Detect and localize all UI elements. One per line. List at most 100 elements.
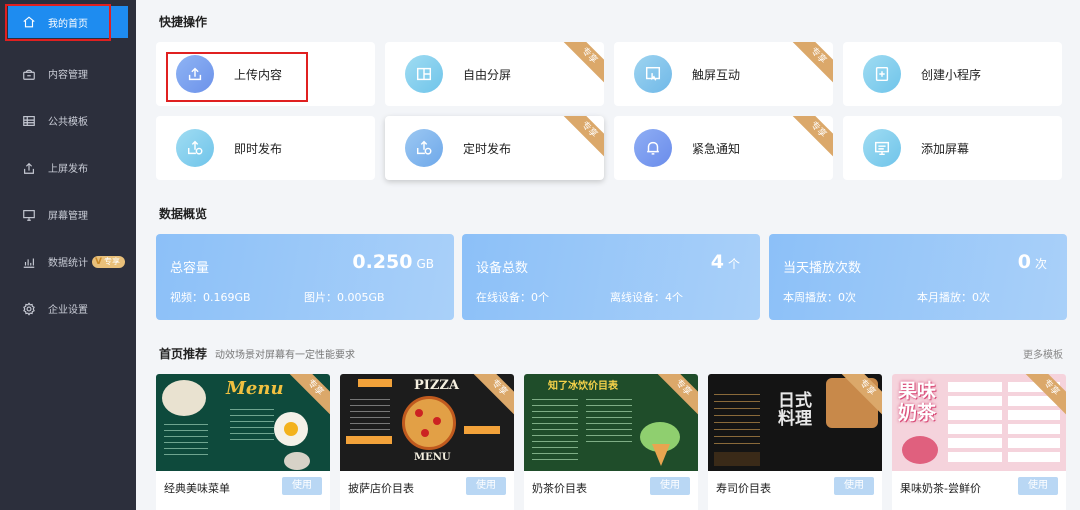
template-card[interactable]: 日式料理 专享 寿司价目表 使用 (708, 374, 882, 510)
template-name: 奶茶价目表 (532, 482, 587, 495)
stat-sub-offline: 离线设备：4个 (610, 291, 683, 304)
monitor-icon (22, 208, 36, 222)
stat-value: 4个 (710, 251, 740, 273)
template-thumb-title: PIZZA (414, 378, 459, 393)
qa-touch-interact[interactable]: 触屏互动 专享 (614, 42, 833, 106)
qa-label: 上传内容 (234, 67, 283, 82)
pro-ribbon: 专享 (558, 116, 604, 161)
pro-ribbon: 专享 (787, 116, 833, 161)
use-template-button[interactable]: 使用 (282, 477, 322, 495)
label-strip (358, 379, 392, 387)
sidebar: 我的首页 内容管理 公共模板 上屏发布 屏幕管理 数据统计 V 专享 企业设置 (0, 0, 136, 510)
promo-strip (714, 452, 760, 466)
stat-value: 0.250 GB (352, 251, 434, 273)
qa-free-split[interactable]: 自由分屏 专享 (385, 42, 604, 106)
sidebar-item-label: 企业设置 (48, 305, 88, 316)
template-card[interactable]: 知了冰饮价目表 专享 奶茶价目表 使用 (524, 374, 698, 510)
stat-title: 当天播放次数 (783, 261, 862, 276)
template-name: 寿司价目表 (716, 482, 771, 495)
qa-label: 自由分屏 (463, 67, 512, 82)
sidebar-item-stats[interactable]: 数据统计 V 专享 (0, 238, 136, 285)
pro-ribbon: 专享 (787, 42, 833, 87)
qa-label: 即时发布 (234, 141, 283, 156)
chart-icon (22, 255, 36, 269)
highlight-box (5, 4, 111, 41)
template-thumb-title: Menu (226, 378, 284, 399)
template-card[interactable]: 果味奶茶 专享 果味奶茶-尝鲜价 使用 (892, 374, 1066, 510)
sidebar-item-home[interactable]: 我的首页 (5, 4, 128, 41)
qa-label: 触屏互动 (692, 67, 741, 82)
food-plate (162, 380, 206, 416)
menu-lines (714, 388, 760, 444)
template-name: 披萨店价目表 (348, 482, 414, 495)
qa-create-mini-app[interactable]: 创建小程序 (843, 42, 1062, 106)
upload-icon (22, 161, 36, 175)
sidebar-item-settings[interactable]: 企业设置 (0, 285, 136, 332)
sidebar-item-label: 屏幕管理 (48, 211, 88, 222)
qa-label: 紧急通知 (692, 141, 741, 156)
qa-scheduled-publish[interactable]: 定时发布 专享 (385, 116, 604, 180)
stat-sub-week: 本周播放：0次 (783, 291, 856, 304)
recommend-subtitle: 动效场景对屏幕有一定性能要求 (215, 350, 356, 361)
upload-icon (176, 55, 214, 93)
egg-plate (274, 412, 308, 446)
cloud-box-icon (22, 67, 36, 81)
qa-emergency-notice[interactable]: 紧急通知 专享 (614, 116, 833, 180)
split-screen-icon (405, 55, 443, 93)
menu-lines (532, 394, 578, 464)
stat-card-devices: 设备总数 4个 在线设备：0个 离线设备：4个 (462, 234, 760, 320)
quick-ops-title: 快捷操作 (159, 15, 208, 29)
stat-value: 0次 (1017, 251, 1047, 273)
use-template-button[interactable]: 使用 (466, 477, 506, 495)
use-template-button[interactable]: 使用 (834, 477, 874, 495)
stat-title: 总容量 (170, 261, 210, 276)
pro-ribbon: 专享 (558, 42, 604, 87)
sidebar-item-label: 数据统计 (48, 258, 88, 269)
template-card[interactable]: Menu 专享 经典美味菜单 使用 (156, 374, 330, 510)
use-template-button[interactable]: 使用 (1018, 477, 1058, 495)
template-card[interactable]: PIZZA MENU 专享 披萨店价目表 使用 (340, 374, 514, 510)
template-thumb-title: 日式料理 (778, 391, 812, 429)
pizza-image (402, 396, 456, 450)
touch-screen-icon (634, 55, 672, 93)
table-icon (22, 114, 36, 128)
stat-sub-image: 图片：0.005GB (304, 291, 385, 304)
template-name: 经典美味菜单 (164, 482, 230, 495)
sidebar-item-screens[interactable]: 屏幕管理 (0, 191, 136, 238)
template-thumb-title: 知了冰饮价目表 (548, 381, 618, 392)
recommend-heading: 首页推荐 (159, 347, 208, 361)
mini-app-icon (863, 55, 901, 93)
qa-label: 添加屏幕 (921, 141, 970, 156)
instant-publish-icon (176, 129, 214, 167)
add-screen-icon (863, 129, 901, 167)
label-strip (464, 426, 500, 434)
overview-title: 数据概览 (159, 207, 208, 221)
qa-instant-publish[interactable]: 即时发布 (156, 116, 375, 180)
sidebar-item-label: 公共模板 (48, 117, 88, 128)
template-name: 果味奶茶-尝鲜价 (900, 482, 981, 495)
sidebar-item-publish[interactable]: 上屏发布 (0, 144, 136, 191)
stat-sub-video: 视频：0.169GB (170, 291, 251, 304)
recommend-title: 首页推荐 动效场景对屏幕有一定性能要求 (159, 345, 355, 362)
menu-lines (230, 404, 274, 444)
label-strip (346, 436, 392, 444)
sidebar-item-label: 上屏发布 (48, 164, 88, 175)
stat-card-storage: 总容量 0.250 GB 视频：0.169GB 图片：0.005GB (156, 234, 454, 320)
menu-lines (350, 394, 390, 434)
qa-add-screen[interactable]: 添加屏幕 (843, 116, 1062, 180)
cone-image (652, 444, 670, 466)
sidebar-item-templates[interactable]: 公共模板 (0, 97, 136, 144)
stat-sub-online: 在线设备：0个 (476, 291, 549, 304)
sidebar-item-label: 内容管理 (48, 70, 88, 81)
stat-card-plays: 当天播放次数 0次 本周播放：0次 本月播放：0次 (769, 234, 1067, 320)
thumb-menu-word: MENU (414, 452, 451, 463)
use-template-button[interactable]: 使用 (650, 477, 690, 495)
qa-upload-content[interactable]: 上传内容 (156, 42, 375, 106)
template-thumb-title: 果味奶茶 (898, 380, 937, 424)
sidebar-item-content[interactable]: 内容管理 (0, 50, 136, 97)
menu-lines (164, 419, 208, 459)
more-templates-link[interactable]: 更多模板 (1023, 346, 1063, 361)
qa-label: 定时发布 (463, 141, 512, 156)
pro-badge: V 专享 (92, 255, 125, 268)
main-content: 快捷操作 上传内容 自由分屏 专享 触屏互动 专享 创建小程序 即时发布 定时发… (136, 0, 1080, 510)
